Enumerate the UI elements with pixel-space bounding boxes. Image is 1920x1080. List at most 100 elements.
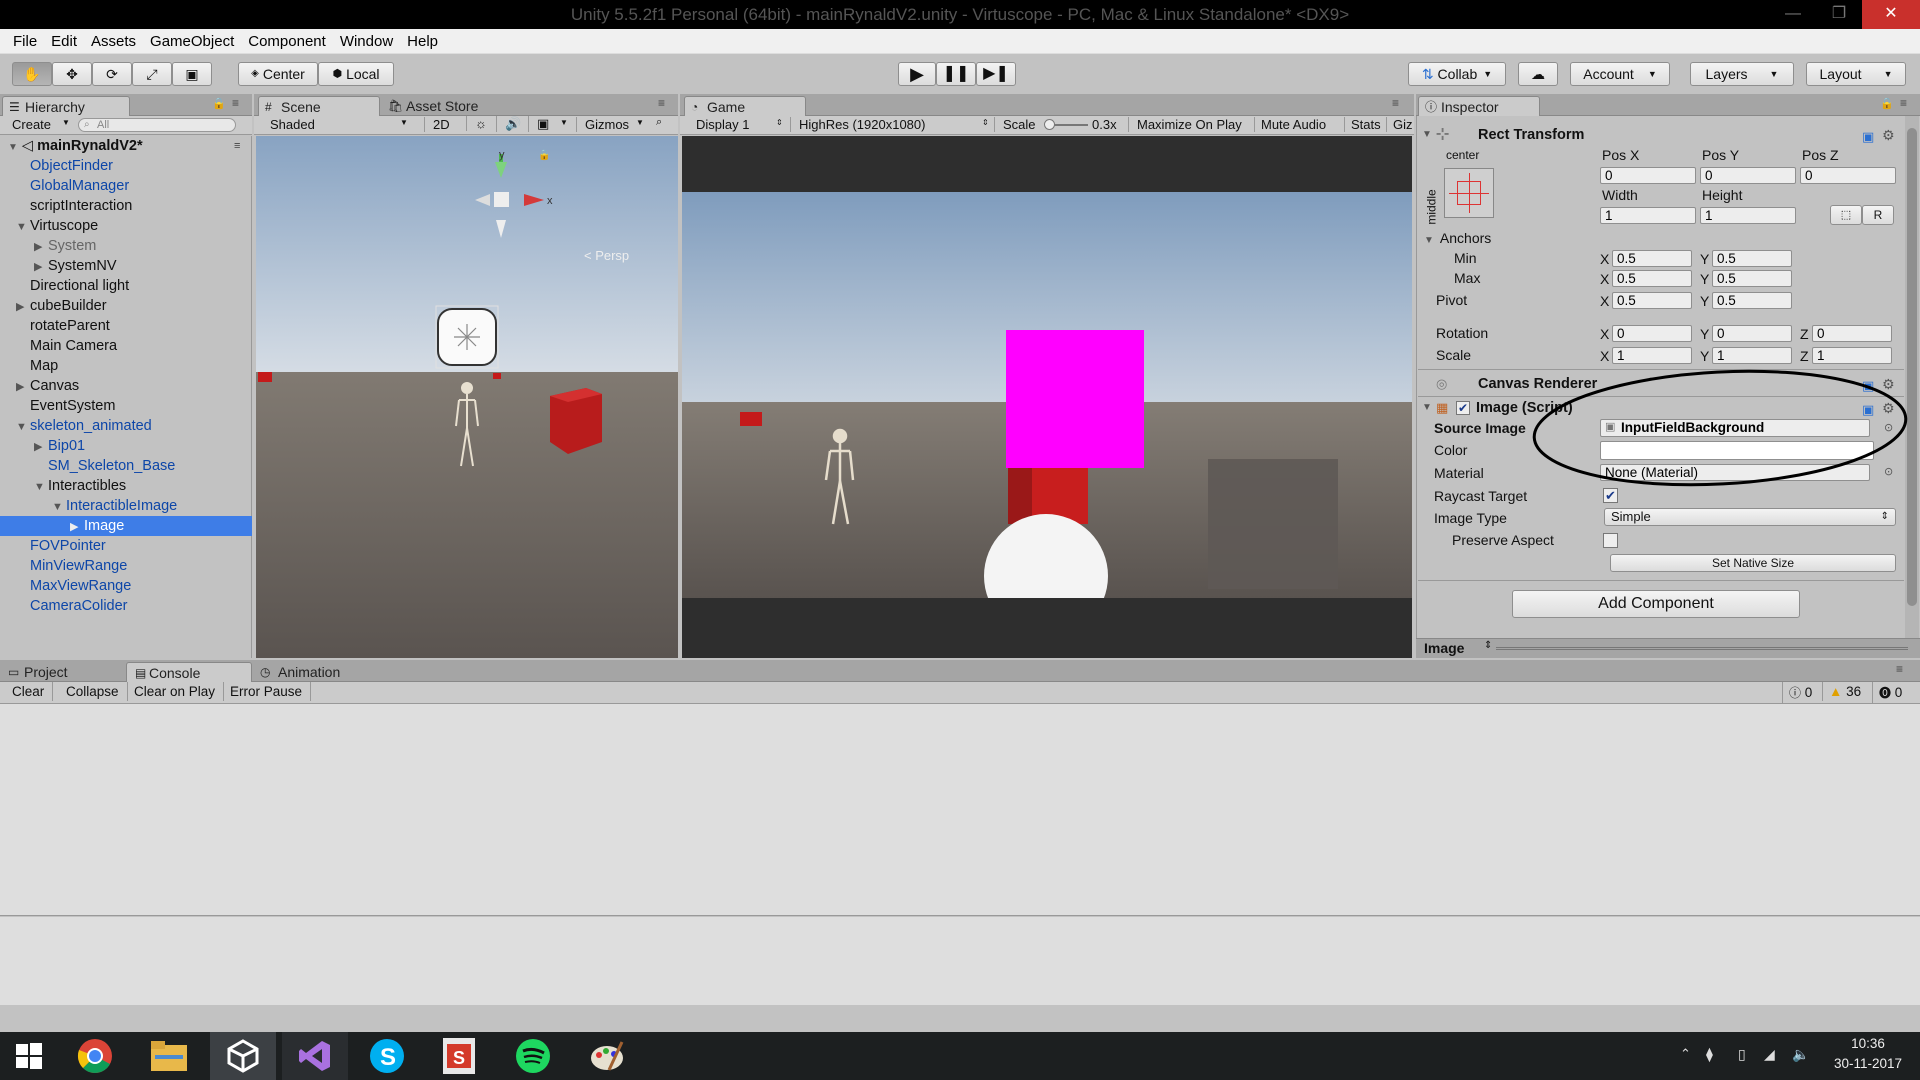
console-clear-button[interactable]: Clear <box>4 682 54 701</box>
tab-game[interactable]: ◔ Game <box>684 96 806 116</box>
windows-start-icon[interactable] <box>0 1032 58 1080</box>
menu-file[interactable]: File <box>6 33 44 50</box>
expand-down-icon[interactable]: ▼ <box>16 217 27 237</box>
layers-dropdown[interactable]: Layers ▼ <box>1690 62 1794 86</box>
console-log-area[interactable] <box>0 704 1920 916</box>
pivot-y-field[interactable]: 0.5 <box>1712 292 1792 309</box>
play-button[interactable]: ▶ <box>898 62 936 86</box>
pos-z-field[interactable]: 0 <box>1800 167 1896 184</box>
unity-icon[interactable] <box>210 1032 276 1080</box>
minimize-icon[interactable]: — <box>1770 0 1816 29</box>
pause-button[interactable]: ❚❚ <box>936 62 976 86</box>
maximize-icon[interactable]: ❐ <box>1816 0 1862 29</box>
spotify-icon[interactable] <box>500 1032 566 1080</box>
anchor-preset-button[interactable] <box>1444 168 1494 218</box>
image-type-dropdown[interactable]: Simple ⇕ <box>1604 508 1896 526</box>
hierarchy-item[interactable]: ▶ Image <box>0 516 252 536</box>
create-button[interactable]: Create <box>12 117 51 132</box>
pivot-center-button[interactable]: ◈ Center <box>238 62 318 86</box>
chrome-icon[interactable] <box>62 1032 128 1080</box>
collab-dropdown[interactable]: ⇅ Collab ▼ <box>1408 62 1506 86</box>
console-info-filter[interactable]: ⓘ 0 <box>1782 682 1818 703</box>
pivot-local-button[interactable]: ⬢ Local <box>318 62 394 86</box>
add-component-button[interactable]: Add Component <box>1512 590 1800 618</box>
hierarchy-item[interactable]: scriptInteraction <box>0 196 252 216</box>
layout-dropdown[interactable]: Layout ▼ <box>1806 62 1906 86</box>
audio-toggle-icon[interactable]: 🔊 <box>496 116 521 132</box>
hierarchy-item[interactable]: ▼ Interactibles <box>0 476 252 496</box>
anchor-min-y-field[interactable]: 0.5 <box>1712 250 1792 267</box>
menu-assets[interactable]: Assets <box>84 33 143 50</box>
panel-menu-icon[interactable]: ≡ <box>1896 662 1903 676</box>
hierarchy-item[interactable]: ▶ Canvas <box>0 376 252 396</box>
game-view[interactable] <box>682 136 1412 658</box>
pos-y-field[interactable]: 0 <box>1700 167 1796 184</box>
hierarchy-item[interactable]: ▶ cubeBuilder <box>0 296 252 316</box>
clock-date[interactable]: 30-11-2017 <box>1826 1056 1910 1071</box>
volume-icon[interactable]: 🔈 <box>1792 1046 1809 1063</box>
rot-y-field[interactable]: 0 <box>1712 325 1792 342</box>
expand-down-icon[interactable]: ▼ <box>34 477 45 497</box>
hierarchy-item[interactable]: Main Camera <box>0 336 252 356</box>
menu-window[interactable]: Window <box>333 33 400 50</box>
expand-right-icon[interactable]: ▶ <box>34 257 42 277</box>
console-collapse-toggle[interactable]: Collapse <box>58 682 128 701</box>
expand-down-icon[interactable]: ▼ <box>16 417 27 437</box>
hierarchy-item[interactable]: SM_Skeleton_Base <box>0 456 252 476</box>
hierarchy-item[interactable]: ▶ Bip01 <box>0 436 252 456</box>
expand-right-icon[interactable]: ▶ <box>70 517 78 537</box>
account-dropdown[interactable]: Account ▼ <box>1570 62 1670 86</box>
preview-bar[interactable]: Image ⇕ <box>1416 638 1920 658</box>
expand-right-icon[interactable]: ▶ <box>16 297 24 317</box>
mute-audio-toggle[interactable]: Mute Audio <box>1254 117 1326 132</box>
height-field[interactable]: 1 <box>1700 207 1796 224</box>
step-button[interactable]: ▶❚ <box>976 62 1016 86</box>
visual-studio-icon[interactable] <box>282 1032 348 1080</box>
hierarchy-item[interactable]: ▶ System <box>0 236 252 256</box>
lock-icon[interactable]: 🔒 <box>212 97 226 110</box>
scene-view[interactable]: y x 🔒 < Persp <box>256 136 678 658</box>
search-icon[interactable]: ⌕ <box>656 116 662 129</box>
rotate-tool-button[interactable]: ⟳ <box>92 62 132 86</box>
console-error-pause-toggle[interactable]: Error Pause <box>222 682 312 701</box>
menu-component[interactable]: Component <box>241 33 333 50</box>
scale-tool-button[interactable]: ⤢ <box>132 62 172 86</box>
hierarchy-item[interactable]: rotateParent <box>0 316 252 336</box>
rot-z-field[interactable]: 0 <box>1812 325 1892 342</box>
tab-asset-store[interactable]: 🛍 Asset Store <box>384 96 504 116</box>
maximize-on-play-toggle[interactable]: Maximize On Play <box>1128 117 1242 132</box>
hierarchy-item[interactable]: ObjectFinder <box>0 156 252 176</box>
battery-icon[interactable]: ▯ <box>1738 1046 1746 1063</box>
close-icon[interactable]: ✕ <box>1862 0 1920 29</box>
tab-animation[interactable]: ◷ Animation <box>256 662 386 682</box>
expand-down-icon[interactable]: ▼ <box>1424 235 1434 246</box>
tab-inspector[interactable]: ⓘ Inspector <box>1418 96 1540 116</box>
paint-icon[interactable] <box>574 1032 640 1080</box>
shading-dropdown[interactable]: Shaded <box>270 117 315 132</box>
scene-gizmos-dropdown[interactable]: Gizmos <box>576 117 629 132</box>
tab-console[interactable]: ▤ Console <box>126 662 252 682</box>
hierarchy-item[interactable]: Map <box>0 356 252 376</box>
lighting-toggle-icon[interactable]: ☼ <box>466 116 487 131</box>
file-explorer-icon[interactable] <box>136 1032 202 1080</box>
network-icon[interactable]: ◢ <box>1764 1046 1775 1063</box>
skype-icon[interactable]: S <box>354 1032 420 1080</box>
tray-chevron-icon[interactable]: ⌃ <box>1680 1046 1691 1062</box>
lock-icon[interactable]: 🔒 <box>1880 97 1894 110</box>
menu-edit[interactable]: Edit <box>44 33 84 50</box>
anchor-max-x-field[interactable]: 0.5 <box>1612 270 1692 287</box>
hierarchy-item[interactable]: MinViewRange <box>0 556 252 576</box>
clock-time[interactable]: 10:36 <box>1826 1036 1910 1051</box>
anchor-max-y-field[interactable]: 0.5 <box>1712 270 1792 287</box>
hierarchy-item[interactable]: FOVPointer <box>0 536 252 556</box>
hand-tool-button[interactable]: ✋ <box>12 62 52 86</box>
blueprint-mode-button[interactable]: ⬚ <box>1830 205 1862 225</box>
hierarchy-item[interactable]: GlobalManager <box>0 176 252 196</box>
console-warning-filter[interactable]: ▲ 36 <box>1822 682 1867 701</box>
rot-x-field[interactable]: 0 <box>1612 325 1692 342</box>
panel-menu-icon[interactable]: ≡ <box>1900 96 1907 110</box>
hierarchy-item[interactable]: ▶ SystemNV <box>0 256 252 276</box>
hierarchy-search-input[interactable]: ⌕ All <box>78 118 236 132</box>
expand-down-icon[interactable]: ▼ <box>52 497 63 517</box>
hierarchy-item[interactable]: ▼ Virtuscope <box>0 216 252 236</box>
